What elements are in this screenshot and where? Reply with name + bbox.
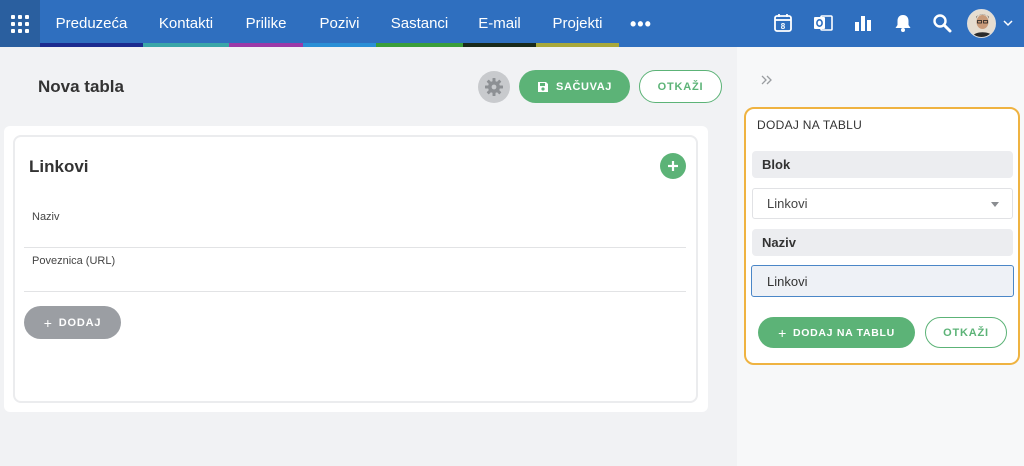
gear-icon	[485, 78, 503, 96]
panel-title: DODAJ NA TABLU	[757, 118, 863, 132]
block-section-header: Blok	[752, 151, 1013, 178]
search-icon[interactable]	[931, 12, 953, 34]
links-block-card	[13, 135, 698, 403]
settings-button[interactable]	[478, 71, 510, 103]
add-to-board-label: DODAJ NA TABLU	[792, 326, 895, 339]
nav-item-label: Projekti	[552, 15, 603, 32]
calendar-day: 8	[781, 22, 786, 31]
nav-item-label: Sastanci	[390, 15, 449, 32]
nav-color-bar	[463, 43, 536, 47]
block-select[interactable]: Linkovi	[752, 188, 1013, 219]
block-title: Linkovi	[29, 157, 89, 176]
calendar-icon[interactable]: 8	[772, 12, 794, 34]
plus-icon	[668, 161, 678, 171]
nav-item-prilike[interactable]: Prilike	[229, 0, 303, 47]
collapse-panel-icon[interactable]	[759, 72, 775, 88]
nav-color-bar	[40, 43, 143, 47]
save-button-label: SAČUVAJ	[556, 80, 612, 93]
nav-item-pozivi[interactable]: Pozivi	[303, 0, 376, 47]
plus-icon: +	[43, 314, 53, 331]
nav-item-kontakti[interactable]: Kontakti	[143, 0, 229, 47]
apps-grid-icon	[11, 14, 29, 33]
nav-item-label: Preduzeća	[55, 15, 128, 32]
panel-cancel-button[interactable]: OTKAŽI	[925, 317, 1007, 348]
save-icon	[538, 81, 549, 92]
add-link-button[interactable]	[660, 153, 686, 179]
bell-icon[interactable]	[892, 12, 914, 34]
nav-color-bar	[536, 43, 619, 47]
name-input[interactable]	[751, 265, 1014, 297]
block-select-value: Linkovi	[767, 196, 808, 211]
nav-item-email[interactable]: E-mail	[463, 0, 536, 47]
divider	[24, 247, 686, 248]
nav-item-label: Pozivi	[319, 15, 360, 32]
nav-item-label: Kontakti	[158, 15, 214, 32]
field-label-naziv: Naziv	[32, 211, 60, 223]
nav-item-projekti[interactable]: Projekti	[536, 0, 619, 47]
add-to-board-button[interactable]: + DODAJ NA TABLU	[758, 317, 915, 348]
page-title: Nova tabla	[38, 77, 124, 96]
nav-color-bar	[229, 43, 303, 47]
plus-icon: +	[778, 324, 787, 341]
save-button[interactable]: SAČUVAJ	[519, 70, 630, 103]
chart-icon[interactable]	[852, 12, 874, 34]
nav-item-sastanci[interactable]: Sastanci	[376, 0, 463, 47]
field-label-url: Poveznica (URL)	[32, 255, 116, 267]
add-button[interactable]: + DODAJ	[24, 306, 121, 339]
top-navigation-bar: Preduzeća Kontakti Prilike Pozivi Sastan…	[0, 0, 1024, 47]
name-section-header: Naziv	[752, 229, 1013, 256]
nav-color-bar	[376, 43, 463, 47]
nav-item-label: E-mail	[478, 15, 521, 32]
caret-down-icon	[991, 202, 999, 207]
chevron-down-icon[interactable]	[1002, 16, 1014, 34]
nav-more-button[interactable]: •••	[630, 14, 652, 35]
nav-item-label: Prilike	[245, 15, 287, 32]
nav-item-preduzeca[interactable]: Preduzeća	[40, 0, 143, 47]
cancel-button[interactable]: OTKAŽI	[639, 70, 722, 103]
add-button-label: DODAJ	[58, 316, 102, 329]
outlook-icon[interactable]	[812, 12, 834, 34]
apps-grid-button[interactable]	[0, 0, 40, 47]
nav-color-bar	[303, 43, 376, 47]
divider	[24, 291, 686, 292]
nav-color-bar	[143, 43, 229, 47]
user-avatar[interactable]	[967, 9, 996, 38]
